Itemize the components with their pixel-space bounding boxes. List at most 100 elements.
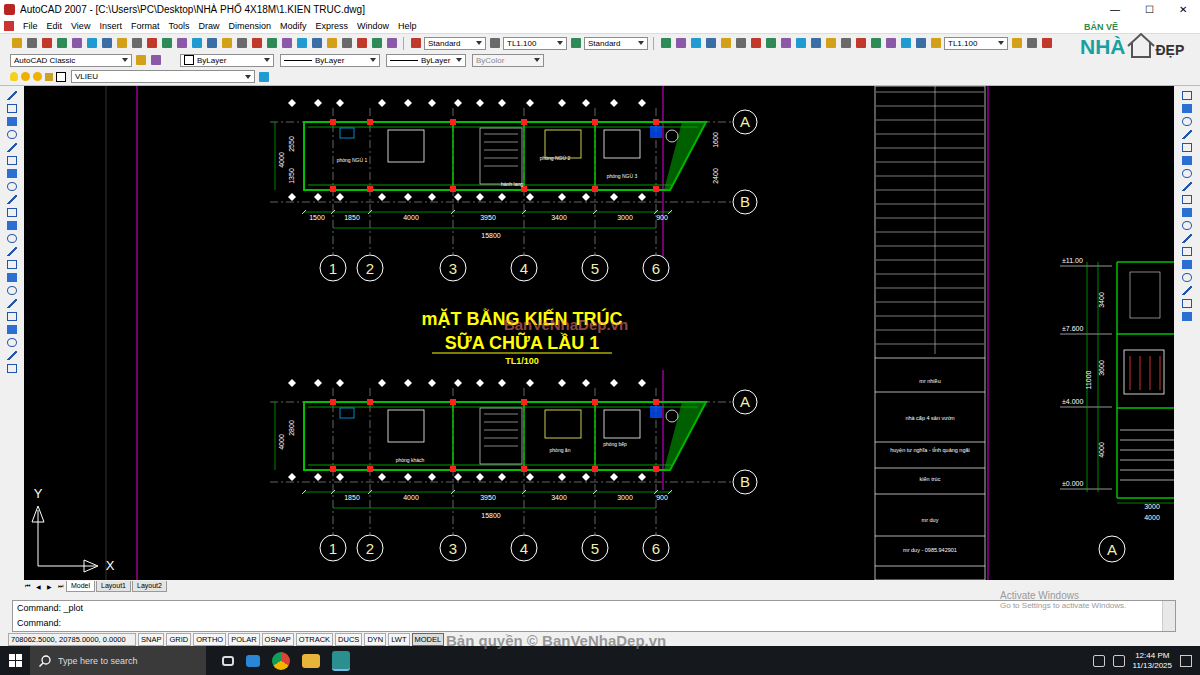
sun-icon[interactable] — [21, 72, 30, 81]
tool-icon[interactable] — [385, 37, 398, 50]
grid-axis-bubble[interactable]: 4 — [511, 535, 537, 561]
bulb-icon[interactable] — [10, 72, 18, 81]
tool-icon[interactable] — [130, 37, 143, 50]
dim-style-icon[interactable] — [488, 37, 501, 50]
tool-icon[interactable] — [55, 37, 68, 50]
draw-tool-icon[interactable] — [5, 141, 19, 153]
modify-tool-icon[interactable] — [1180, 206, 1194, 218]
plot-style-dropdown[interactable]: ByColor — [472, 54, 544, 67]
status-toggle[interactable]: DUCS — [335, 633, 362, 646]
draw-tool-icon[interactable] — [5, 128, 19, 140]
draw-tool-icon[interactable] — [5, 206, 19, 218]
tool-icon[interactable] — [370, 37, 383, 50]
status-toggle[interactable]: OTRACK — [296, 633, 333, 646]
window-control-button[interactable]: — — [1098, 4, 1132, 15]
tool-icon[interactable] — [175, 37, 188, 50]
tool-icon[interactable] — [719, 37, 732, 50]
tool-icon[interactable] — [100, 37, 113, 50]
modify-tool-icon[interactable] — [1180, 89, 1194, 101]
layer-previous-icon[interactable] — [257, 70, 270, 83]
tool-icon[interactable] — [1010, 37, 1023, 50]
tool-icon[interactable] — [749, 37, 762, 50]
tool-icon[interactable] — [659, 37, 672, 50]
modify-tool-icon[interactable] — [1180, 271, 1194, 283]
draw-tool-icon[interactable] — [5, 349, 19, 361]
grid-axis-bubble[interactable]: 3 — [440, 535, 466, 561]
tool-icon[interactable] — [884, 37, 897, 50]
tool-icon[interactable] — [779, 37, 792, 50]
autocad-taskbar-icon[interactable] — [332, 651, 350, 671]
tool-icon[interactable] — [70, 37, 83, 50]
linetype-dropdown[interactable]: ByLayer — [280, 54, 380, 67]
tab-nav-button[interactable]: ▶ — [44, 583, 54, 590]
draw-tool-icon[interactable] — [5, 115, 19, 127]
draw-tool-icon[interactable] — [5, 310, 19, 322]
modify-tool-icon[interactable] — [1180, 310, 1194, 322]
notification-icon[interactable] — [1180, 655, 1192, 667]
tool-icon[interactable] — [280, 37, 293, 50]
tool-icon[interactable] — [265, 37, 278, 50]
text-style-icon[interactable] — [409, 37, 422, 50]
layer-dropdown[interactable]: VLIEU — [71, 70, 255, 83]
tool-icon[interactable] — [1025, 37, 1038, 50]
grid-row-bubble[interactable]: A — [733, 390, 757, 414]
draw-tool-icon[interactable] — [5, 284, 19, 296]
draw-tool-icon[interactable] — [5, 245, 19, 257]
tool-icon[interactable] — [764, 37, 777, 50]
modify-tool-icon[interactable] — [1180, 128, 1194, 140]
clock[interactable]: 12:44 PM11/13/2025 — [1133, 651, 1172, 671]
draw-tool-icon[interactable] — [5, 336, 19, 348]
tool-icon[interactable] — [205, 37, 218, 50]
modify-tool-icon[interactable] — [1180, 141, 1194, 153]
grid-axis-bubble[interactable]: 2 — [357, 255, 383, 281]
grid-axis-bubble[interactable]: 2 — [357, 535, 383, 561]
modify-tool-icon[interactable] — [1180, 232, 1194, 244]
windows-start-icon[interactable] — [0, 646, 30, 675]
sun-icon[interactable] — [33, 72, 42, 81]
menu-item[interactable]: Dimension — [228, 21, 271, 31]
modify-tool-icon[interactable] — [1180, 167, 1194, 179]
tool-icon[interactable] — [40, 37, 53, 50]
tool-icon[interactable] — [325, 37, 338, 50]
menu-item[interactable]: Draw — [198, 21, 219, 31]
grid-axis-bubble[interactable]: 5 — [582, 535, 608, 561]
grid-axis-bubble[interactable]: 1 — [320, 535, 346, 561]
tool-icon[interactable] — [689, 37, 702, 50]
floor-plan[interactable]: phòng NGỦ 1phòng NGỦ 2phòng NGỦ 3hành la… — [270, 99, 757, 281]
tool-icon[interactable] — [869, 37, 882, 50]
dim-style-dropdown[interactable]: TL1.100 — [503, 37, 567, 50]
menu-item[interactable]: Format — [131, 21, 160, 31]
command-line[interactable]: Command: _plot — [17, 603, 1158, 614]
tool-icon[interactable] — [899, 37, 912, 50]
multileader-style-dropdown[interactable]: TL1.100 — [944, 37, 1008, 50]
menu-item[interactable]: File — [23, 21, 38, 31]
menu-item[interactable]: Modify — [280, 21, 307, 31]
floor-plan[interactable]: phòng kháchphòng ănphòng bếp185040003950… — [270, 379, 757, 561]
grid-axis-bubble[interactable]: A — [1107, 541, 1117, 558]
tool-icon[interactable] — [160, 37, 173, 50]
layout-tab[interactable]: Model — [66, 581, 95, 592]
draw-tool-icon[interactable] — [5, 193, 19, 205]
menu-item[interactable]: Edit — [47, 21, 63, 31]
grid-axis-bubble[interactable]: 1 — [320, 255, 346, 281]
text-style-dropdown[interactable]: Standard — [424, 37, 486, 50]
tool-icon[interactable] — [235, 37, 248, 50]
tool-icon[interactable] — [190, 37, 203, 50]
grid-row-bubble[interactable]: A — [733, 110, 757, 134]
draw-tool-icon[interactable] — [5, 271, 19, 283]
window-control-button[interactable]: ✕ — [1166, 4, 1200, 15]
menu-item[interactable]: Window — [357, 21, 389, 31]
document-icon[interactable] — [4, 21, 14, 31]
table-style-icon[interactable] — [569, 37, 582, 50]
volume-icon[interactable] — [1113, 655, 1125, 667]
grid-row-bubble[interactable]: B — [733, 190, 757, 214]
status-toggle[interactable]: LWT — [388, 633, 409, 646]
tool-icon[interactable] — [914, 37, 927, 50]
status-toggle[interactable]: POLAR — [228, 633, 259, 646]
scrollbar[interactable] — [1162, 601, 1175, 631]
tool-icon[interactable] — [355, 37, 368, 50]
draw-tool-icon[interactable] — [5, 89, 19, 101]
draw-tool-icon[interactable] — [5, 219, 19, 231]
status-toggle[interactable]: OSNAP — [262, 633, 294, 646]
modify-tool-icon[interactable] — [1180, 193, 1194, 205]
